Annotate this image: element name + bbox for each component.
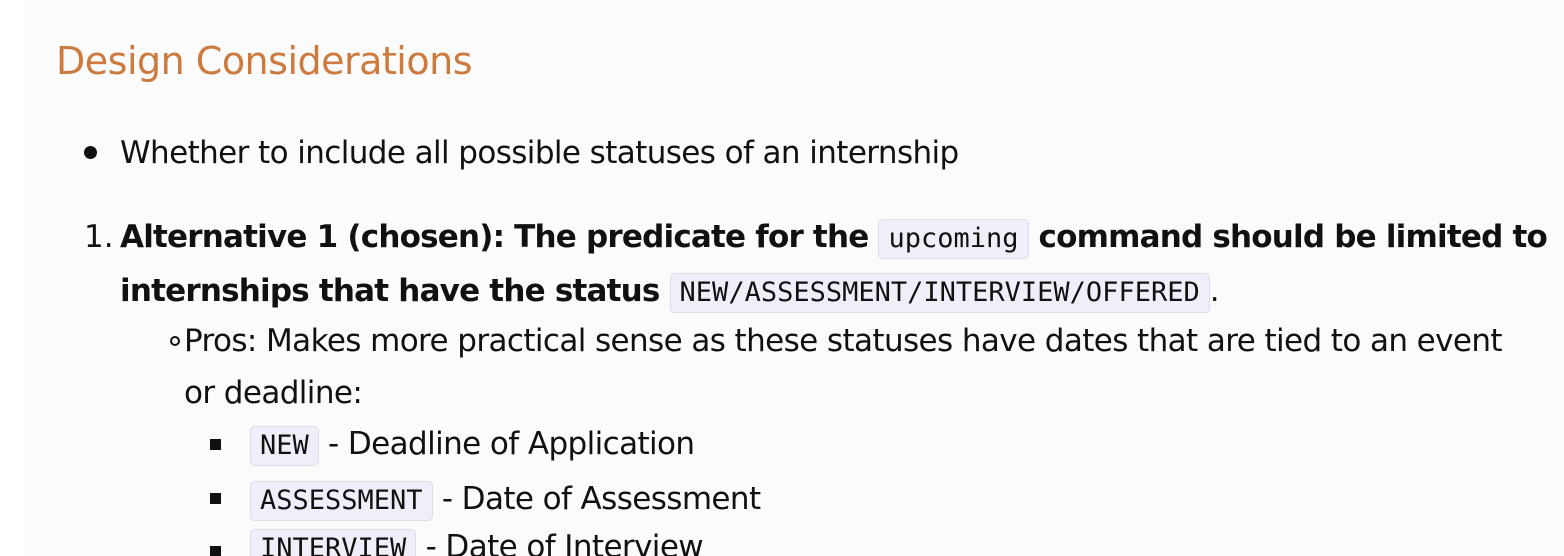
- list-item: ASSESSMENT - Date of Assessment: [250, 479, 761, 521]
- alternative-text-a: Alternative 1 (chosen): The predicate fo…: [120, 219, 869, 255]
- bullet-square-icon: [210, 439, 221, 450]
- alternative-text-c: internships that have the status: [120, 273, 660, 309]
- section-heading: Design Considerations: [56, 39, 473, 83]
- document-page: Design Considerations Whether to include…: [24, 0, 1564, 556]
- code-interview: INTERVIEW: [250, 529, 417, 556]
- bullet-circle-icon: [170, 336, 180, 346]
- list-item: INTERVIEW - Date of Interview: [250, 527, 704, 556]
- bullet-square-icon: [210, 546, 221, 556]
- item-text: - Deadline of Application: [328, 426, 695, 462]
- item-text: - Date of Interview: [425, 529, 704, 556]
- list-item: NEW - Deadline of Application: [250, 424, 695, 466]
- code-assessment: ASSESSMENT: [250, 481, 433, 521]
- alternative-line-2: internships that have the status NEW/ASS…: [120, 271, 1220, 313]
- pros-line-2: or deadline:: [184, 375, 363, 411]
- alternative-text-b: command should be limited to: [1038, 219, 1548, 255]
- item-text: - Date of Assessment: [441, 481, 761, 517]
- alternative-line-1: Alternative 1 (chosen): The predicate fo…: [120, 217, 1548, 259]
- code-upcoming: upcoming: [878, 219, 1029, 259]
- bullet-disc-icon: [84, 146, 97, 159]
- alternative-text-d: .: [1209, 273, 1220, 309]
- code-statuses: NEW/ASSESSMENT/INTERVIEW/OFFERED: [669, 273, 1210, 313]
- code-new: NEW: [250, 426, 319, 466]
- pros-line-1: Pros: Makes more practical sense as thes…: [184, 323, 1503, 359]
- list-number: 1.: [84, 219, 114, 255]
- bullet-text: Whether to include all possible statuses…: [120, 135, 959, 171]
- bullet-square-icon: [210, 493, 221, 504]
